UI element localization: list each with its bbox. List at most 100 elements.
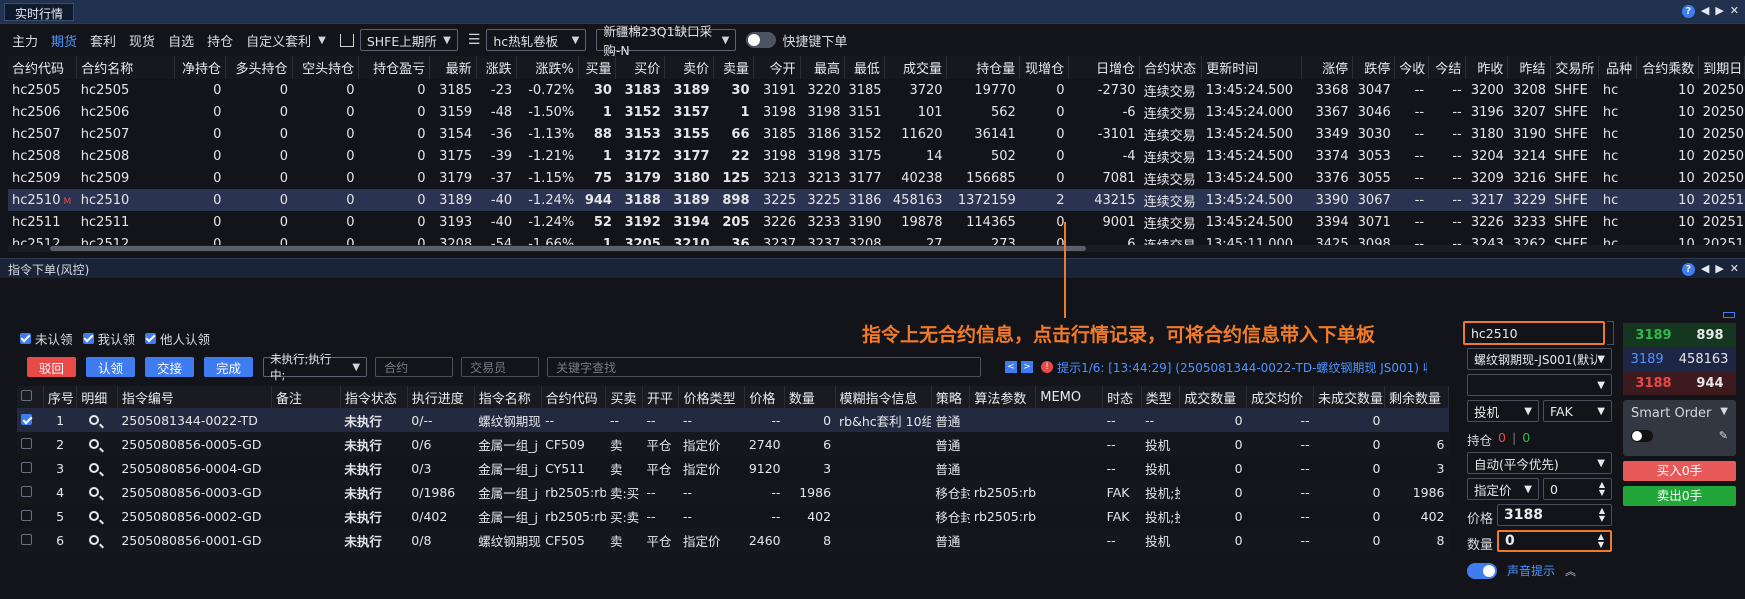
- book-level-bid[interactable]: 3188 944: [1623, 371, 1736, 395]
- quote-row[interactable]: hc2508 hc2508 0 0 0 0 3175 -39 -1.21% 1 3172 3177 22…: [8, 145, 1745, 167]
- order-col-header[interactable]: 成交数量: [1179, 386, 1248, 408]
- quote-col-header[interactable]: 今收: [1394, 56, 1429, 79]
- row-checkbox[interactable]: [17, 408, 44, 432]
- quote-scrollbar-thumb[interactable]: [50, 246, 1086, 251]
- detail-search-icon[interactable]: [76, 408, 118, 432]
- stepper-icon[interactable]: ▲ ▼: [1598, 533, 1604, 549]
- tab-arbitrage[interactable]: 套利: [90, 31, 116, 50]
- order-row[interactable]: 6 2505080856-0001-GD 未执行 0/8 螺纹钢期现 CF505 卖平仓 指定…: [17, 528, 1449, 552]
- quote-col-header[interactable]: 合约代码: [8, 56, 78, 79]
- quote-row[interactable]: hc2510 Mhc2510 0 0 0 0 3189 -40 -1.24% 944 3188 318…: [8, 189, 1745, 211]
- row-checkbox[interactable]: [17, 504, 43, 528]
- done-button[interactable]: 完成: [204, 357, 254, 377]
- quote-col-header[interactable]: 最低: [844, 56, 885, 79]
- order-col-header[interactable]: 序号: [43, 386, 78, 408]
- quick-order-toggle[interactable]: [746, 32, 777, 48]
- quote-row[interactable]: hc2509 hc2509 0 0 0 0 3179 -37 -1.15% 75 3179 3180 1…: [8, 167, 1745, 189]
- quote-col-header[interactable]: 品种: [1598, 56, 1638, 79]
- strategy-select[interactable]: 新疆棉23Q1缺口采购-N ▼: [596, 24, 737, 58]
- quote-col-header[interactable]: 日增仓: [1068, 56, 1141, 79]
- order-col-header[interactable]: 未成交数量: [1313, 386, 1385, 408]
- status-filter-select[interactable]: 未执行;执行中; ▼: [263, 352, 368, 382]
- tif-select[interactable]: FAK ▼: [1543, 400, 1612, 422]
- board-pin-icon[interactable]: [1723, 312, 1735, 318]
- smart-order-toggle[interactable]: [1631, 429, 1653, 442]
- chevron-down-icon[interactable]: ▼: [318, 35, 326, 46]
- order-col-header[interactable]: 策略: [931, 386, 971, 408]
- order-row[interactable]: 2 2505080856-0005-GD 未执行 0/6 金属一组_j CF509 卖平仓指…: [17, 432, 1449, 456]
- order-col-header[interactable]: 剩余数量: [1384, 386, 1450, 408]
- quote-col-header[interactable]: 成交量: [884, 56, 948, 79]
- order-col-header[interactable]: 开平: [642, 386, 680, 408]
- hint-next-icon[interactable]: >: [1021, 361, 1034, 373]
- order-col-header[interactable]: 明细: [76, 386, 118, 408]
- row-checkbox[interactable]: [17, 528, 44, 552]
- open-close-select[interactable]: 自动(平今优先) ▼: [1467, 452, 1612, 474]
- hint-prev-icon[interactable]: <: [1005, 361, 1018, 373]
- trader-filter-input[interactable]: 交易员: [461, 357, 540, 377]
- price-input[interactable]: 3188 ▲ ▼: [1497, 504, 1612, 526]
- close-icon[interactable]: ✕: [1730, 4, 1739, 18]
- price-type-select[interactable]: 指定价 ▼: [1467, 478, 1539, 500]
- row-checkbox[interactable]: [17, 456, 43, 480]
- quote-col-header[interactable]: 卖量: [713, 56, 755, 79]
- book-level-last[interactable]: 3189 458163: [1623, 347, 1736, 371]
- keyword-search-input[interactable]: 关键字查找: [547, 357, 982, 377]
- order-col-header[interactable]: 合约代码: [541, 386, 607, 408]
- qty-input[interactable]: 0 ▲ ▼: [1497, 530, 1612, 552]
- quote-col-header[interactable]: 昨收: [1465, 56, 1509, 79]
- contract-input[interactable]: hc2510: [1463, 321, 1605, 345]
- quote-col-header[interactable]: 最新: [429, 56, 477, 79]
- sound-hint-label[interactable]: 声音提示: [1507, 562, 1555, 579]
- quote-col-header[interactable]: 涨跌: [476, 56, 517, 79]
- sell-button[interactable]: 卖出0手: [1623, 486, 1736, 506]
- quote-col-header[interactable]: 净持仓: [174, 56, 226, 79]
- detail-search-icon[interactable]: [76, 528, 118, 552]
- order-row[interactable]: 1 2505081344-0022-TD 未执行 0/-- 螺纹钢期现 -- -- -- -- -…: [17, 408, 1449, 432]
- sub-account-select[interactable]: ▼: [1467, 374, 1612, 396]
- order-col-header[interactable]: 备注: [271, 386, 341, 408]
- quote-col-header[interactable]: 买价: [615, 56, 666, 79]
- help-icon[interactable]: ?: [1681, 4, 1695, 18]
- quote-col-header[interactable]: 今开: [753, 56, 801, 79]
- product-select[interactable]: hc热轧卷板 ▼: [486, 29, 587, 51]
- quote-col-header[interactable]: 合约名称: [76, 56, 175, 79]
- book-level-ask[interactable]: 3189 898: [1623, 323, 1736, 347]
- order-row[interactable]: 4 2505080856-0003-GD 未执行 0/1986 金属一组_j rb2505…: [17, 480, 1449, 504]
- quote-col-header[interactable]: 买量: [578, 56, 617, 79]
- collapse-icon[interactable]: ︽: [1565, 563, 1576, 579]
- order-col-header[interactable]: 类型: [1141, 386, 1181, 408]
- quote-col-header[interactable]: 现增仓: [1019, 56, 1070, 79]
- handover-button[interactable]: 交接: [145, 357, 195, 377]
- quote-window-title[interactable]: 实时行情: [4, 3, 75, 21]
- price-offset-stepper[interactable]: 0 ▲ ▼: [1543, 478, 1612, 500]
- help-icon[interactable]: ?: [1681, 262, 1695, 276]
- claim-button[interactable]: 认领: [86, 357, 136, 377]
- quote-col-header[interactable]: 最高: [800, 56, 845, 79]
- tab-spot[interactable]: 现货: [129, 31, 155, 50]
- account-select[interactable]: 螺纹钢期现-JS001(默认 ▼: [1467, 348, 1612, 370]
- detail-search-icon[interactable]: [76, 432, 118, 456]
- close-icon[interactable]: ✕: [1730, 262, 1739, 276]
- quote-col-header[interactable]: 今结: [1428, 56, 1467, 79]
- order-col-header[interactable]: 时态: [1102, 386, 1142, 408]
- quote-col-header[interactable]: 持仓量: [946, 56, 1021, 79]
- next-icon[interactable]: ▶: [1715, 4, 1723, 18]
- stepper-icon[interactable]: ▲ ▼: [1599, 481, 1605, 497]
- edit-icon[interactable]: ✎: [1719, 429, 1728, 442]
- tab-watchlist[interactable]: 自选: [168, 31, 194, 50]
- filter-others[interactable]: 他人认领: [145, 329, 210, 348]
- hint-message[interactable]: 提示1/6: [13:44:29] (2505081344-0022-TD-螺纹…: [1057, 359, 1427, 376]
- quote-row[interactable]: hc2505 hc2505 0 0 0 0 3185 -23 -0.72% 30 3183 3189 3…: [8, 79, 1745, 101]
- order-col-header[interactable]: MEMO: [1035, 386, 1104, 408]
- quote-col-header[interactable]: 交易所: [1550, 56, 1600, 79]
- filter-unclaimed[interactable]: 未认领: [20, 329, 73, 348]
- order-col-header[interactable]: 指令名称: [474, 386, 542, 408]
- quote-row[interactable]: hc2506 hc2506 0 0 0 0 3159 -48 -1.50% 1 3152 3157 1 3…: [8, 101, 1745, 123]
- order-col-header[interactable]: 执行进度: [407, 386, 475, 408]
- quote-col-header[interactable]: 涨跌%: [516, 56, 579, 79]
- quote-col-header[interactable]: 多头持仓: [225, 56, 293, 79]
- filter-mine[interactable]: 我认领: [82, 329, 135, 348]
- order-col-header[interactable]: 成交均价: [1246, 386, 1314, 408]
- quote-col-header[interactable]: 涨停: [1301, 56, 1354, 79]
